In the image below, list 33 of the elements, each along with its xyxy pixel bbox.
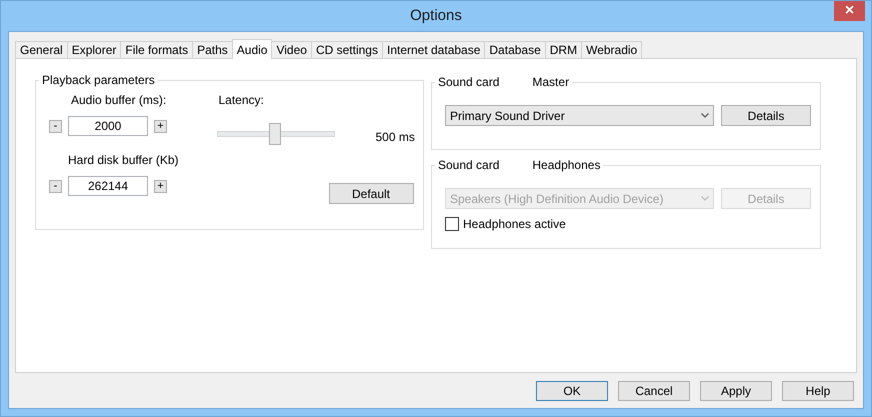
tab[interactable]: Webradio xyxy=(581,41,642,59)
field-label: Audio buffer (ms): xyxy=(71,93,168,107)
group-subtitle: Master xyxy=(532,75,570,89)
decrement-button[interactable]: - xyxy=(49,180,62,192)
dialog-button[interactable]: Cancel xyxy=(618,381,690,401)
slider-value: 500 ms xyxy=(376,130,415,144)
number-field[interactable]: 2000 xyxy=(68,116,148,136)
details-button[interactable]: Details xyxy=(721,105,811,126)
chevron-icon xyxy=(701,113,709,118)
dialog-button[interactable]: Help xyxy=(782,381,854,401)
chevron-icon xyxy=(701,196,709,201)
decrement-button[interactable]: - xyxy=(49,120,62,132)
dialog-button[interactable]: OK xyxy=(536,381,608,401)
field-label: Latency: xyxy=(218,93,265,107)
group-title: Playback parameters xyxy=(42,73,155,87)
increment-button[interactable]: + xyxy=(154,180,167,192)
tab[interactable]: Audio xyxy=(232,39,272,59)
group-title: Sound card xyxy=(438,75,500,89)
dialog-button[interactable]: Apply xyxy=(700,381,772,401)
number-field[interactable]: 262144 xyxy=(68,176,148,196)
default-button[interactable]: Default xyxy=(328,183,414,204)
tab[interactable]: General xyxy=(15,41,68,59)
tab[interactable]: CD settings xyxy=(310,41,383,59)
window-title: Options xyxy=(410,7,462,24)
slider-thumb[interactable] xyxy=(269,123,282,145)
field-label: Hard disk buffer (Kb) xyxy=(68,153,178,167)
close-button[interactable]: × xyxy=(834,1,865,21)
tab[interactable]: Explorer xyxy=(66,41,122,59)
group-title: Sound card xyxy=(438,158,500,172)
increment-button[interactable]: + xyxy=(154,120,167,132)
device-dropdown[interactable]: Primary Sound Driver xyxy=(445,105,714,126)
group-subtitle: Headphones xyxy=(532,158,600,172)
checkbox-label: Headphones active xyxy=(463,217,566,231)
